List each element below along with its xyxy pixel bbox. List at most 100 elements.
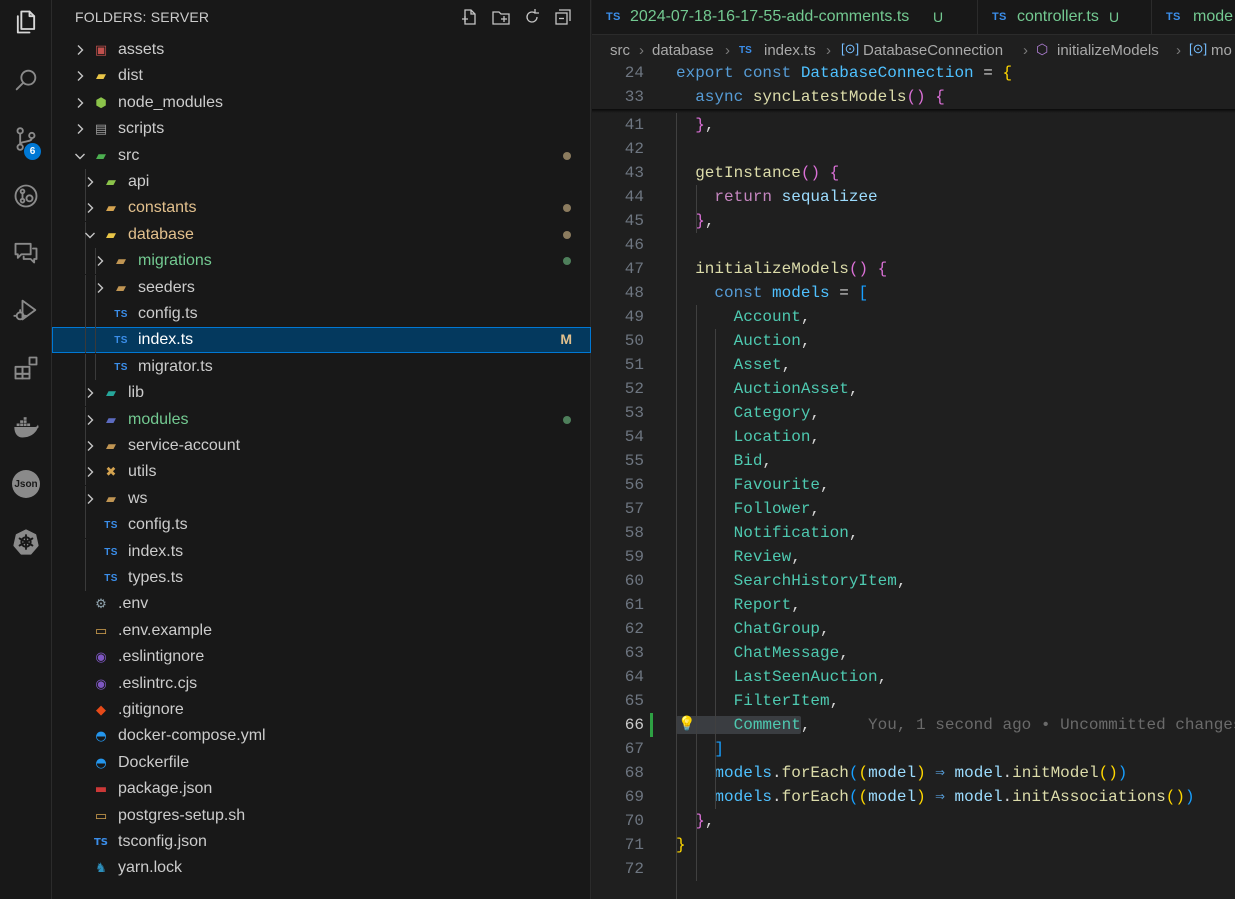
code-line[interactable]: 68 models.forEach((model) ⇒ model.initMo… (592, 761, 1235, 785)
code-line[interactable]: 61 Report, (592, 593, 1235, 617)
new-folder-icon[interactable] (490, 6, 512, 28)
tree-file[interactable]: ◉ .eslintrc.cjs (52, 671, 591, 697)
breadcrumb-symbol-class[interactable]: DatabaseConnection (863, 42, 1003, 59)
lightbulb-icon[interactable]: 💡 (678, 713, 695, 737)
chevron-right-icon[interactable] (82, 438, 98, 454)
extensions-icon[interactable] (0, 346, 52, 390)
tab-controller[interactable]: TS controller.ts U (978, 0, 1152, 35)
tree-folder[interactable]: ▰ api (52, 169, 591, 195)
code-line[interactable]: 58 Notification, (592, 521, 1235, 545)
chevron-right-icon[interactable] (72, 42, 88, 58)
refresh-icon[interactable] (521, 6, 543, 28)
chevron-right-icon[interactable] (82, 174, 98, 190)
chevron-right-icon[interactable] (82, 200, 98, 216)
tree-folder[interactable]: ▰ service-account (52, 433, 591, 459)
tree-folder[interactable]: ▰ lib (52, 380, 591, 406)
tree-folder[interactable]: ▰ constants (52, 195, 591, 221)
comments-icon[interactable] (0, 230, 52, 274)
code-line[interactable]: 46 (592, 233, 1235, 257)
code-line[interactable]: 41 }, (592, 113, 1235, 137)
tree-file[interactable]: TS config.ts (52, 301, 591, 327)
tree-file[interactable]: ⚙ .env (52, 591, 591, 617)
code-line[interactable]: 66 Comment, You, 1 second ago • Uncommit… (592, 713, 1235, 737)
code-line[interactable]: 52 AuctionAsset, (592, 377, 1235, 401)
code-line[interactable]: 54 Location, (592, 425, 1235, 449)
tree-folder[interactable]: ⬢ node_modules (52, 90, 591, 116)
code-line[interactable]: 48 const models = [ (592, 281, 1235, 305)
tree-folder[interactable]: ▣ assets (52, 37, 591, 63)
tree-file[interactable]: TS index.ts M (52, 327, 591, 353)
breadcrumb-database[interactable]: database (652, 42, 714, 59)
code-line[interactable]: 57 Follower, (592, 497, 1235, 521)
tree-folder[interactable]: ▤ scripts (52, 116, 591, 142)
tree-file[interactable]: ▭ postgres-setup.sh (52, 803, 591, 829)
tree-folder[interactable]: ▰ src (52, 143, 591, 169)
breadcrumb-symbol-method[interactable]: initializeModels (1057, 42, 1159, 59)
code-line[interactable]: 56 Favourite, (592, 473, 1235, 497)
sticky-scroll-line[interactable]: 24 export const DatabaseConnection = { (592, 61, 1235, 85)
chevron-right-icon[interactable] (72, 95, 88, 111)
code-line[interactable]: 53 Category, (592, 401, 1235, 425)
tree-file[interactable]: ▬ package.json (52, 776, 591, 802)
breadcrumb-symbol-variable[interactable]: mo (1211, 42, 1232, 59)
collapse-all-icon[interactable] (552, 6, 574, 28)
code-line[interactable]: 62 ChatGroup, (592, 617, 1235, 641)
code-line[interactable]: 72 (592, 857, 1235, 881)
tree-folder[interactable]: ▰ seeders (52, 275, 591, 301)
tree-folder[interactable]: ▰ modules (52, 407, 591, 433)
chevron-right-icon[interactable] (82, 412, 98, 428)
chevron-right-icon[interactable] (82, 491, 98, 507)
explorer-icon[interactable] (0, 0, 52, 44)
breadcrumb-src[interactable]: src (610, 42, 630, 59)
code-line[interactable]: 67 ] (592, 737, 1235, 761)
chevron-right-icon[interactable] (92, 253, 108, 269)
tree-file[interactable]: ◓ docker-compose.yml (52, 723, 591, 749)
chevron-right-icon[interactable] (72, 68, 88, 84)
code-line[interactable]: 47 initializeModels() { (592, 257, 1235, 281)
code-line[interactable]: 50 Auction, (592, 329, 1235, 353)
chevron-down-icon[interactable] (82, 227, 98, 243)
code-line[interactable]: 55 Bid, (592, 449, 1235, 473)
kubernetes-icon[interactable] (0, 520, 52, 564)
code-line[interactable]: 42 (592, 137, 1235, 161)
tree-file[interactable]: ♞ yarn.lock (52, 855, 591, 881)
chevron-right-icon[interactable] (72, 121, 88, 137)
tree-folder[interactable]: ✖ utils (52, 459, 591, 485)
code-line[interactable]: 43 getInstance() { (592, 161, 1235, 185)
chevron-right-icon[interactable] (82, 385, 98, 401)
tree-file[interactable]: ▭ .env.example (52, 618, 591, 644)
code-line[interactable]: 64 LastSeenAuction, (592, 665, 1235, 689)
code-line[interactable]: 63 ChatMessage, (592, 641, 1235, 665)
code-line[interactable]: 70 }, (592, 809, 1235, 833)
new-file-icon[interactable] (459, 6, 481, 28)
code-line[interactable]: 65 FilterItem, (592, 689, 1235, 713)
code-line[interactable]: 59 Review, (592, 545, 1235, 569)
tree-file[interactable]: ◆ .gitignore (52, 697, 591, 723)
tab-add-comments[interactable]: TS 2024-07-18-16-17-55-add-comments.ts U (592, 0, 978, 35)
json-icon[interactable]: Json (0, 462, 52, 506)
code-line[interactable]: 69 models.forEach((model) ⇒ model.initAs… (592, 785, 1235, 809)
chevron-right-icon[interactable] (82, 464, 98, 480)
tree-folder[interactable]: ▰ dist (52, 63, 591, 89)
tree-file[interactable]: TS types.ts (52, 565, 591, 591)
code-line[interactable]: 44 return sequalizee (592, 185, 1235, 209)
chevron-right-icon[interactable] (92, 280, 108, 296)
run-debug-icon[interactable] (0, 288, 52, 332)
tree-file[interactable]: TS index.ts (52, 539, 591, 565)
code-line[interactable]: 49 Account, (592, 305, 1235, 329)
git-history-icon[interactable] (0, 174, 52, 218)
breadcrumb-file[interactable]: index.ts (764, 42, 816, 59)
tree-folder[interactable]: ▰ database (52, 222, 591, 248)
tree-folder[interactable]: ▰ migrations (52, 248, 591, 274)
docker-icon[interactable] (0, 405, 52, 449)
tree-file[interactable]: ◉ .eslintignore (52, 644, 591, 670)
code-line[interactable]: 71} (592, 833, 1235, 857)
code-line[interactable]: 60 SearchHistoryItem, (592, 569, 1235, 593)
code-line[interactable]: 45 }, (592, 209, 1235, 233)
tree-file[interactable]: TS migrator.ts (52, 354, 591, 380)
chevron-down-icon[interactable] (72, 148, 88, 164)
tree-file[interactable]: TS config.ts (52, 512, 591, 538)
search-icon[interactable] (0, 58, 52, 102)
tab-model[interactable]: TS mode (1152, 0, 1235, 35)
source-control-icon[interactable]: 6 (0, 117, 52, 161)
